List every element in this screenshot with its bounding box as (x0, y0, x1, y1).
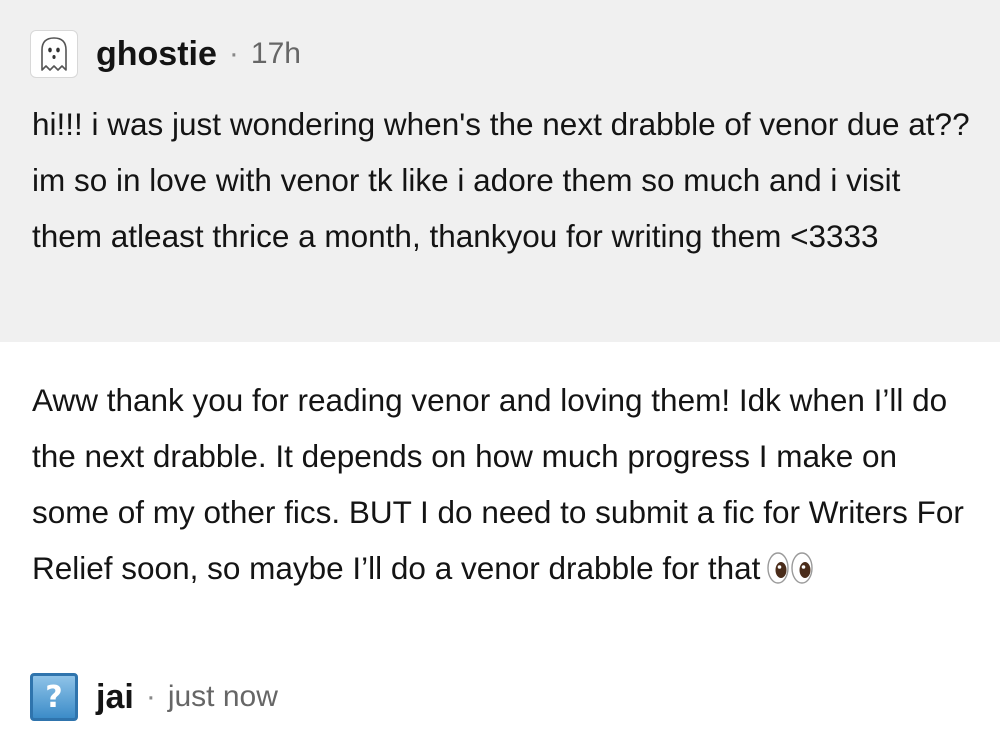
separator-dot: · (145, 680, 156, 713)
eyes-emoji-icon (766, 546, 814, 602)
answer-text-block: Aww thank you for reading venor and lovi… (32, 372, 972, 602)
ask-header: ghostie · 17h (30, 30, 301, 78)
question-mark-icon[interactable]: ? (30, 673, 78, 721)
asker-username[interactable]: ghostie (96, 35, 217, 74)
replier-username[interactable]: jai (96, 678, 134, 717)
answer-text: Aww thank you for reading venor and lovi… (32, 382, 964, 586)
avatar-glyph: ? (45, 679, 63, 715)
ask-box: ghostie · 17h hi!!! i was just wondering… (0, 0, 1000, 342)
ghost-icon[interactable] (30, 30, 78, 78)
reply-header: ? jai · just now (30, 673, 278, 721)
ask-text: hi!!! i was just wondering when's the ne… (32, 106, 970, 254)
reply-timestamp: just now (167, 680, 278, 713)
separator-dot: · (228, 37, 239, 70)
ask-timestamp: 17h (250, 37, 301, 70)
